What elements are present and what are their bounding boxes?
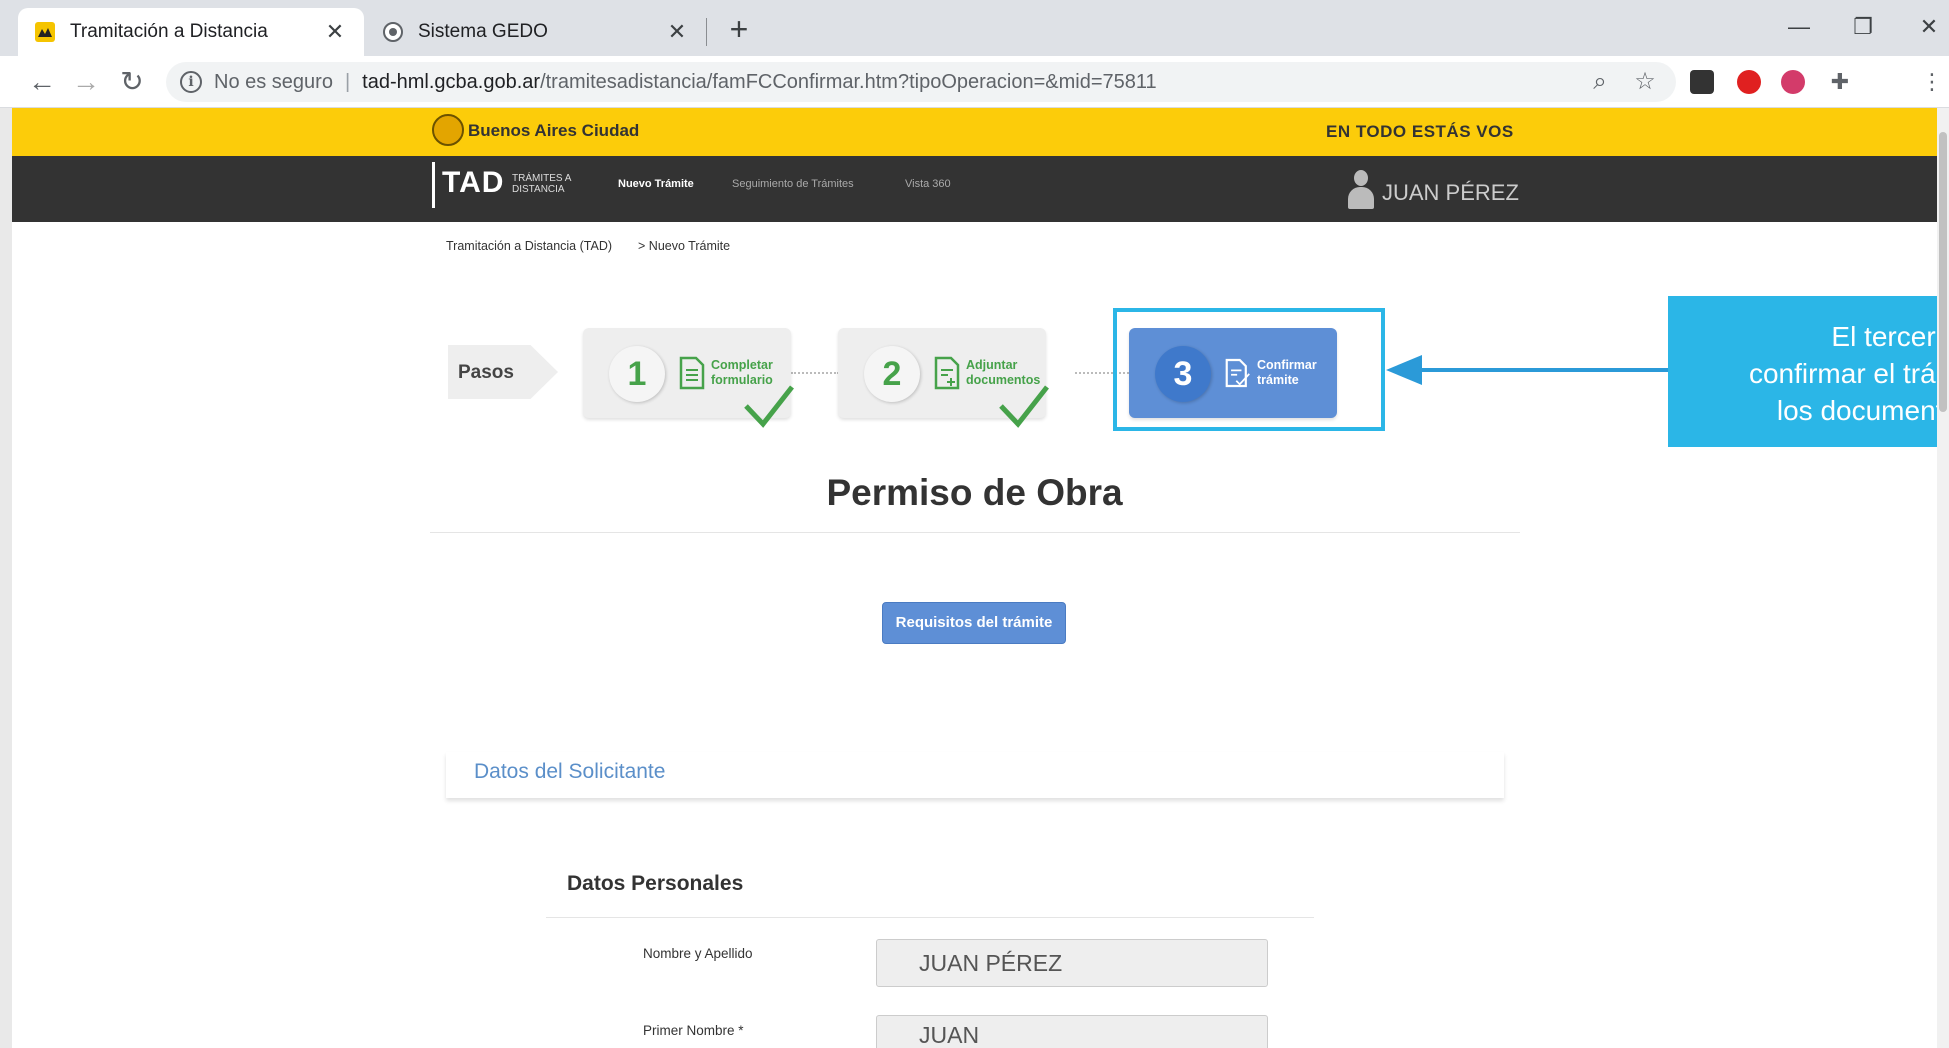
info-icon[interactable]: i <box>180 71 202 93</box>
document-icon <box>679 356 705 390</box>
opera-extension-icon[interactable] <box>1737 70 1761 94</box>
flow-extension-icon[interactable] <box>1690 70 1714 94</box>
city-header: Buenos Aires Ciudad EN TODO ESTÁS VOS <box>12 108 1937 156</box>
screen: Tramitación a Distancia ✕ Sistema GEDO ✕… <box>0 0 1949 1048</box>
minimize-icon[interactable]: — <box>1776 10 1822 44</box>
buenos-aires-logo-icon <box>432 114 464 146</box>
callout-line-3: los documento <box>1776 395 1949 426</box>
extensions-puzzle-icon[interactable]: ✚ <box>1822 64 1858 100</box>
primer-nombre-field[interactable]: JUAN <box>876 1015 1268 1048</box>
restore-icon[interactable]: ❐ <box>1840 10 1886 44</box>
nombre-apellido-field[interactable]: JUAN PÉREZ <box>876 939 1268 987</box>
page-scrollbar[interactable] <box>1937 108 1949 1048</box>
callout-line-2: confirmar el trám <box>1748 358 1949 389</box>
zoom-icon[interactable]: ⌕ <box>1582 64 1618 100</box>
globe-favicon-icon <box>383 22 403 42</box>
checkmark-icon <box>744 385 794 428</box>
logo-bar <box>432 162 435 208</box>
tab-strip: Tramitación a Distancia ✕ Sistema GEDO ✕… <box>0 0 1949 56</box>
tab-separator <box>706 18 707 46</box>
subsection-divider <box>546 917 1314 918</box>
section-header[interactable]: Datos del Solicitante <box>446 752 1504 798</box>
step-3-highlight-box <box>1113 308 1385 431</box>
user-name[interactable]: JUAN PÉREZ <box>1382 180 1519 206</box>
tab-title: Sistema GEDO <box>418 21 548 42</box>
window-close-icon[interactable]: ✕ <box>1906 10 1949 44</box>
steps-label: Pasos <box>448 345 558 399</box>
requirements-button[interactable]: Requisitos del trámite <box>882 602 1066 644</box>
page-title: Permiso de Obra <box>826 472 1123 513</box>
address-bar[interactable]: i No es seguro | tad-hml.gcba.gob.ar/tra… <box>166 62 1676 102</box>
step-connector <box>791 372 839 374</box>
document-add-icon <box>934 356 960 390</box>
scrollbar-thumb[interactable] <box>1939 132 1947 412</box>
breadcrumb-home[interactable]: Tramitación a Distancia (TAD) <box>446 239 612 253</box>
subsection-title: Datos Personales <box>567 872 744 895</box>
download-extension-icon[interactable] <box>1781 70 1805 94</box>
tagline: EN TODO ESTÁS VOS <box>1326 122 1514 141</box>
callout-arrow-line <box>1420 368 1670 372</box>
address-divider: | <box>344 70 351 93</box>
url-host: tad-hml.gcba.gob.ar <box>362 70 541 93</box>
field-label-primer-nombre: Primer Nombre * <box>643 1023 744 1038</box>
new-tab-button[interactable]: + <box>722 12 756 46</box>
tad-logo[interactable]: TAD <box>442 166 504 200</box>
callout-text: El tercer p confirmar el trám los docume… <box>1668 318 1949 429</box>
tab-close-icon[interactable]: ✕ <box>664 19 690 45</box>
step-number: 1 <box>609 346 665 402</box>
nav-seguimiento[interactable]: Seguimiento de Trámites <box>732 178 854 190</box>
tab-title: Tramitación a Distancia <box>70 21 268 42</box>
callout-arrow-head-icon <box>1386 355 1422 385</box>
section-title: Datos del Solicitante <box>474 760 666 783</box>
browser-toolbar: ← → ↻ i No es seguro | tad-hml.gcba.gob.… <box>0 56 1949 108</box>
tab-sistema-gedo[interactable]: Sistema GEDO ✕ <box>366 8 706 56</box>
forward-icon[interactable]: → <box>68 64 104 100</box>
left-frame <box>0 108 12 1048</box>
step-2-adjuntar: 2 Adjuntar documentos <box>838 328 1049 428</box>
bookmark-star-icon[interactable]: ☆ <box>1627 64 1663 100</box>
nav-nuevo-tramite[interactable]: Nuevo Trámite <box>618 178 694 190</box>
brand-name[interactable]: Buenos Aires Ciudad <box>468 121 639 141</box>
menu-kebab-icon[interactable]: ⋮ <box>1914 64 1949 100</box>
tad-logo-subtitle: TRÁMITES A DISTANCIA <box>512 173 571 195</box>
step-1-completar: 1 Completar formulario <box>583 328 794 428</box>
step-number: 2 <box>864 346 920 402</box>
tab-close-icon[interactable]: ✕ <box>322 19 348 45</box>
breadcrumb: Tramitación a Distancia (TAD) > Nuevo Trá… <box>446 239 756 253</box>
site-navbar: TAD TRÁMITES A DISTANCIA Nuevo Trámite S… <box>12 156 1937 222</box>
field-label-nombre-apellido: Nombre y Apellido <box>643 946 753 961</box>
title-divider <box>430 532 1520 533</box>
url-path: /tramitesadistancia/famFCConfirmar.htm?t… <box>540 70 1157 93</box>
steps-label-text: Pasos <box>458 362 514 383</box>
nav-vista-360[interactable]: Vista 360 <box>905 178 951 190</box>
back-icon[interactable]: ← <box>24 64 60 100</box>
tad-favicon-icon <box>35 22 55 42</box>
callout-line-1: El tercer p <box>1831 321 1949 352</box>
user-icon[interactable] <box>1348 170 1374 210</box>
breadcrumb-current: > Nuevo Trámite <box>638 239 731 253</box>
tab-tramitacion[interactable]: Tramitación a Distancia ✕ <box>18 8 364 56</box>
checkmark-icon <box>999 385 1049 428</box>
security-label: No es seguro <box>214 70 333 93</box>
callout-box: El tercer p confirmar el trám los docume… <box>1668 296 1949 447</box>
reload-icon[interactable]: ↻ <box>114 64 150 100</box>
